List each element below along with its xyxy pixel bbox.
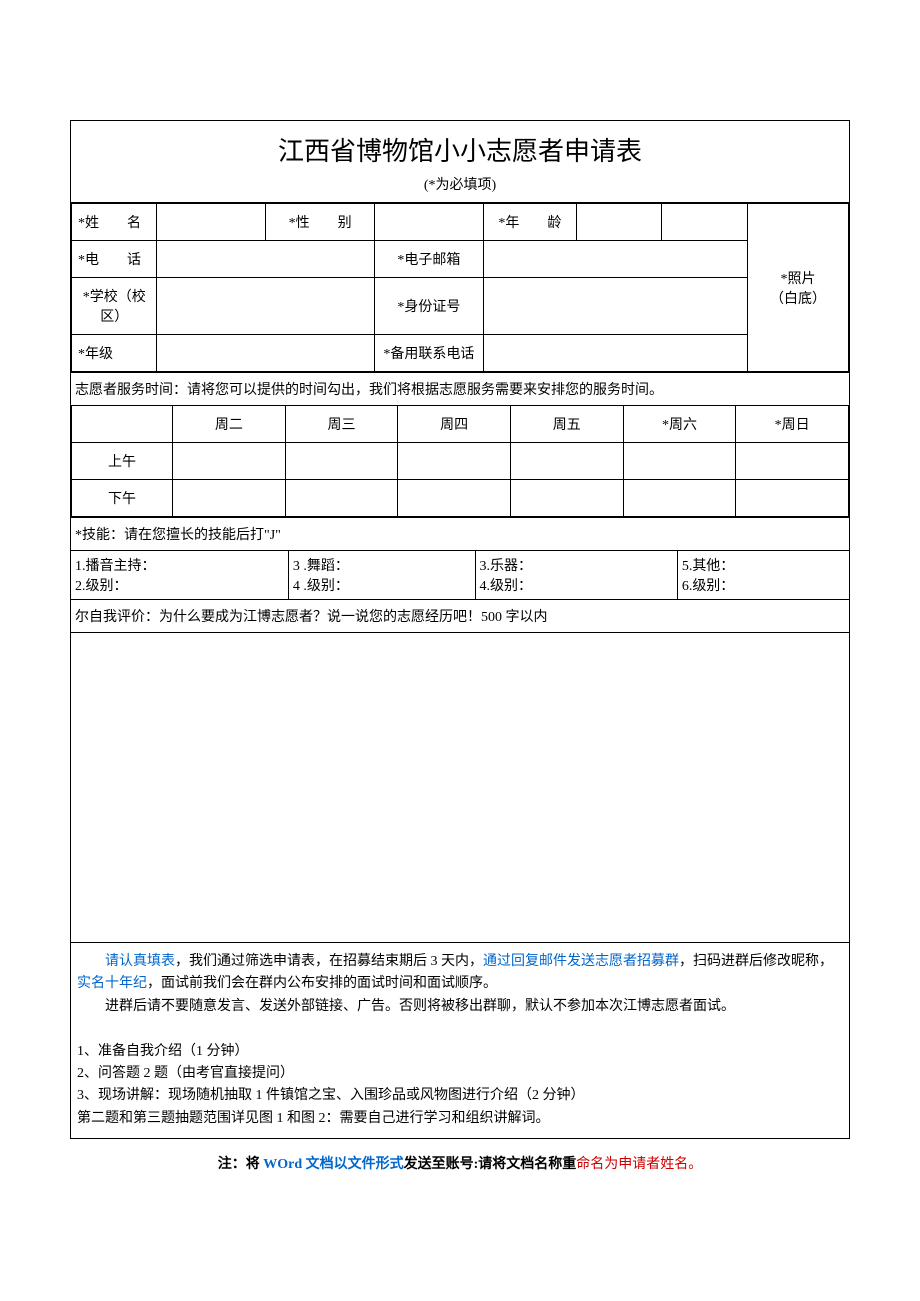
cell-sat-pm[interactable]	[623, 480, 736, 517]
form-title: 江西省博物馆小小志愿者申请表	[71, 121, 849, 174]
period-am: 上午	[72, 443, 173, 480]
cell-tue-am[interactable]	[173, 443, 286, 480]
application-form: 江西省博物馆小小志愿者申请表 (*为必填项) *姓 名 *性 别 *年 龄 *照…	[70, 120, 850, 1139]
skill-instrument: 3.乐器：	[480, 555, 673, 575]
cell-fri-pm[interactable]	[510, 480, 623, 517]
skill-broadcast-level: 2.级别：	[75, 575, 284, 595]
personal-info-table: *姓 名 *性 别 *年 龄 *照片 （白底） *电 话 *电子邮箱 *学校（校…	[71, 203, 849, 372]
notice-p1-blue2: 通过回复邮件发送志愿者招募群	[483, 954, 679, 969]
notice-l4: 第二题和第三题抽题范围详见图 1 和图 2：需要自己进行学习和组织讲解词。	[77, 1108, 843, 1130]
cell-sun-am[interactable]	[736, 443, 849, 480]
skills-row: 1.播音主持： 2.级别： 3 .舞蹈： 4 .级别： 3.乐器： 4.级别： …	[71, 550, 849, 599]
field-grade[interactable]	[157, 335, 375, 372]
skill-instrument-level: 4.级别：	[480, 575, 673, 595]
label-idcard: *身份证号	[375, 278, 484, 335]
self-eval-textarea[interactable]	[71, 632, 849, 942]
cell-sun-pm[interactable]	[736, 480, 849, 517]
label-school: *学校（校区）	[72, 278, 157, 335]
label-phone: *电 话	[72, 241, 157, 278]
cell-thu-am[interactable]	[398, 443, 511, 480]
day-fri: 周五	[510, 406, 623, 443]
label-photo: *照片	[754, 268, 842, 288]
notice-l1: 1、准备自我介绍（1 分钟）	[77, 1041, 843, 1063]
field-idcard[interactable]	[483, 278, 747, 335]
period-pm: 下午	[72, 480, 173, 517]
notice-p1-t3: ，面试前我们会在群内公布安排的面试时间和面试顺序。	[147, 976, 497, 991]
field-age-extra	[662, 204, 747, 241]
footer-a: 注：将	[218, 1157, 264, 1172]
skill-broadcast: 1.播音主持：	[75, 555, 284, 575]
day-sat: *周六	[623, 406, 736, 443]
notice-p1-blue1: 请认真填表	[105, 954, 175, 969]
footer-d: 命名为申请者姓名。	[576, 1157, 702, 1172]
label-name: *姓 名	[72, 204, 157, 241]
field-gender[interactable]	[375, 204, 484, 241]
day-tue: 周二	[173, 406, 286, 443]
day-sun: *周日	[736, 406, 849, 443]
skill-dance-level: 4 .级别：	[293, 575, 471, 595]
self-eval-header: 尔自我评价：为什么要成为江博志愿者？说一说您的志愿经历吧！500 字以内	[71, 599, 849, 632]
footer-b: WOrd 文档以文件形式	[263, 1157, 403, 1172]
skills-header: *技能：请在您擅长的技能后打"J"	[71, 517, 849, 550]
footer-c: 发送至账号:请将文档名称重	[404, 1157, 577, 1172]
cell-wed-am[interactable]	[285, 443, 398, 480]
notice-l3: 3、现场讲解：现场随机抽取 1 件镇馆之宝、入围珍品或风物图进行介绍（2 分钟）	[77, 1085, 843, 1107]
notice-l2: 2、问答题 2 题（由考官直接提问）	[77, 1063, 843, 1085]
skill-col-3[interactable]: 3.乐器： 4.级别：	[476, 551, 678, 599]
notice-p2: 进群后请不要随意发言、发送外部链接、广告。否则将被移出群聊，默认不参加本次江博志…	[77, 996, 843, 1018]
notice-p1-t1: ，我们通过筛选申请表，在招募结束期后 3 天内，	[175, 954, 483, 969]
form-subtitle: (*为必填项)	[71, 174, 849, 203]
cell-sat-am[interactable]	[623, 443, 736, 480]
field-name[interactable]	[157, 204, 266, 241]
notice-p1-t2: ，扫码进群后修改昵称，	[679, 954, 833, 969]
cell-tue-pm[interactable]	[173, 480, 286, 517]
skill-col-1[interactable]: 1.播音主持： 2.级别：	[71, 551, 289, 599]
field-phone[interactable]	[157, 241, 375, 278]
day-wed: 周三	[285, 406, 398, 443]
label-age: *年 龄	[483, 204, 576, 241]
skill-other: 5.其他：	[682, 555, 845, 575]
schedule-blank	[72, 406, 173, 443]
notice-p1-blue3: 实名十年纪	[77, 976, 147, 991]
label-grade: *年级	[72, 335, 157, 372]
photo-cell[interactable]: *照片 （白底）	[747, 204, 848, 372]
day-thu: 周四	[398, 406, 511, 443]
label-altphone: *备用联系电话	[375, 335, 484, 372]
cell-thu-pm[interactable]	[398, 480, 511, 517]
cell-fri-am[interactable]	[510, 443, 623, 480]
label-email: *电子邮箱	[375, 241, 484, 278]
notice-section: 请认真填表，我们通过筛选申请表，在招募结束期后 3 天内，通过回复邮件发送志愿者…	[71, 942, 849, 1138]
label-gender: *性 别	[266, 204, 375, 241]
service-time-header: 志愿者服务时间：请将您可以提供的时间勾出，我们将根据志愿服务需要来安排您的服务时…	[71, 372, 849, 405]
field-age[interactable]	[577, 204, 662, 241]
notice-p1: 请认真填表，我们通过筛选申请表，在招募结束期后 3 天内，通过回复邮件发送志愿者…	[77, 951, 843, 996]
field-altphone[interactable]	[483, 335, 747, 372]
cell-wed-pm[interactable]	[285, 480, 398, 517]
skill-col-4[interactable]: 5.其他： 6.级别：	[678, 551, 849, 599]
skill-col-2[interactable]: 3 .舞蹈： 4 .级别：	[289, 551, 476, 599]
schedule-table: 周二 周三 周四 周五 *周六 *周日 上午 下午	[71, 405, 849, 517]
notice-p1-indent	[77, 954, 105, 969]
field-email[interactable]	[483, 241, 747, 278]
label-photo-hint: （白底）	[754, 288, 842, 308]
skill-other-level: 6.级别：	[682, 575, 845, 595]
field-school[interactable]	[157, 278, 375, 335]
footer-note: 注：将 WOrd 文档以文件形式发送至账号:请将文档名称重命名为申请者姓名。	[70, 1139, 850, 1187]
skill-dance: 3 .舞蹈：	[293, 555, 471, 575]
